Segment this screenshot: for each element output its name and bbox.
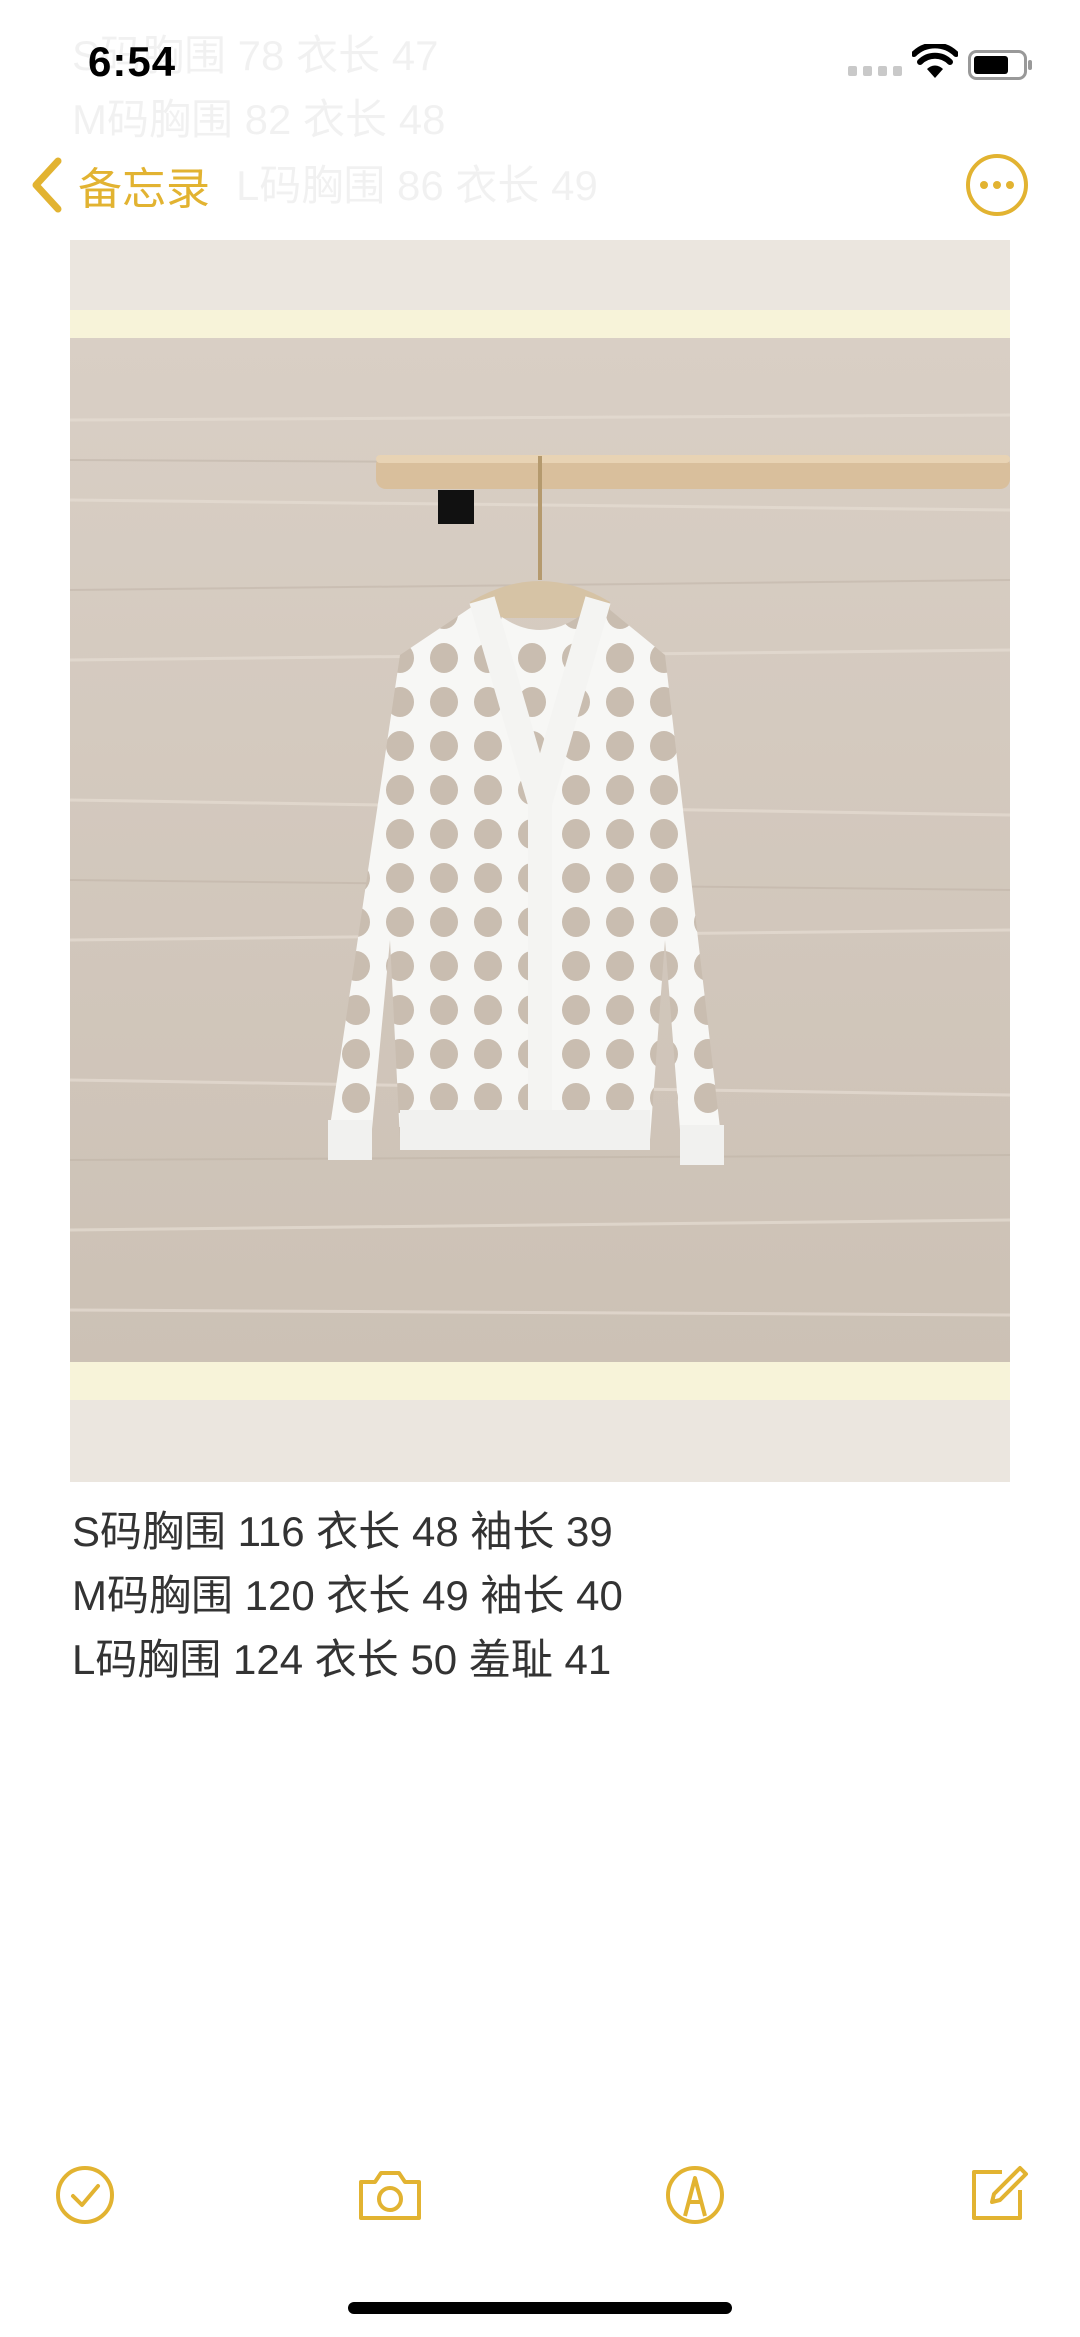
size-line-m: M码胸围 120 衣长 49 袖长 40 (72, 1572, 623, 1619)
wifi-icon (912, 44, 958, 78)
status-time: 6:54 (88, 38, 177, 85)
chevron-left-icon (32, 157, 62, 213)
camera-icon[interactable] (355, 2160, 425, 2230)
checklist-icon[interactable] (50, 2160, 120, 2230)
nav-bar: L码胸围 86 衣长 49 备忘录 (0, 140, 1080, 230)
ghost-text-line-2: M码胸围 82 衣长 48 (72, 96, 446, 143)
markup-icon[interactable] (660, 2160, 730, 2230)
back-button[interactable]: 备忘录 (30, 150, 210, 220)
size-notes[interactable]: S码胸围 116 衣长 48 袖长 39 M码胸围 120 衣长 49 袖长 4… (72, 1500, 623, 1692)
size-line-l: L码胸围 124 衣长 50 羞耻 41 (72, 1636, 612, 1683)
status-bar: S码胸围 78 衣长 47 M码胸围 82 衣长 48 6:54 (0, 0, 1080, 143)
product-photo[interactable] (70, 240, 1010, 1482)
size-line-s: S码胸围 116 衣长 48 袖长 39 (72, 1508, 613, 1555)
more-options-icon[interactable] (964, 152, 1030, 218)
back-label: 备忘录 (78, 165, 210, 214)
battery-icon (968, 50, 1032, 80)
cardigan-image (70, 240, 1010, 1482)
home-indicator[interactable] (348, 2302, 732, 2314)
compose-icon[interactable] (962, 2160, 1032, 2230)
bottom-toolbar (0, 2150, 1080, 2240)
ghost-text-line-3: L码胸围 86 衣长 49 (236, 162, 598, 209)
cellular-signal-icon (848, 66, 902, 76)
